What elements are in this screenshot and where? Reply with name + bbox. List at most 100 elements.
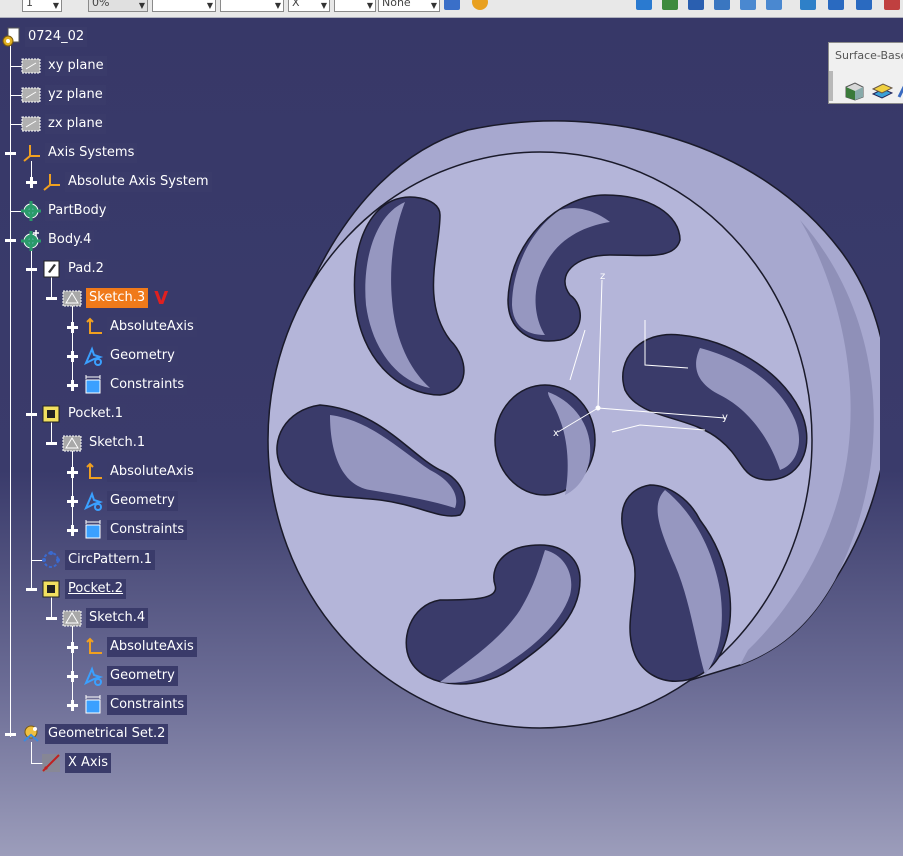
plane-icon <box>20 84 42 106</box>
tree-node-sketch3[interactable]: Sketch.3 V <box>61 287 168 309</box>
tree-label: zx plane <box>45 114 106 134</box>
tree-label: Sketch.4 <box>86 608 149 628</box>
point-type-field[interactable]: X ▼ <box>288 0 330 12</box>
tree-node-sketch4[interactable]: Sketch.4 <box>61 607 149 629</box>
expand-plus-icon[interactable] <box>67 700 78 711</box>
tree-node-geometry[interactable]: Geometry <box>82 665 178 687</box>
split-icon[interactable] <box>843 81 865 101</box>
sketch-icon <box>61 607 83 629</box>
tree-node-x-axis[interactable]: X Axis <box>40 752 112 774</box>
normal-view-icon[interactable] <box>800 0 816 10</box>
point-type-value: X <box>292 0 300 9</box>
expand-plus-icon[interactable] <box>67 671 78 682</box>
tree-label: Constraints <box>107 375 188 395</box>
collapse-minus-icon[interactable] <box>26 409 37 420</box>
chevron-down-icon[interactable]: ▼ <box>367 0 373 14</box>
constraints-icon <box>82 374 104 396</box>
tree-node-sketch1[interactable]: Sketch.1 <box>61 432 149 454</box>
tree-node-body4[interactable]: Body.4 <box>20 229 95 251</box>
tree-node-pad2[interactable]: Pad.2 <box>40 258 107 280</box>
style-field[interactable]: None ▼ <box>378 0 440 12</box>
tree-label: Pad.2 <box>65 259 107 279</box>
tree-label: AbsoluteAxis <box>107 317 197 337</box>
expand-plus-icon[interactable] <box>67 322 78 333</box>
tree-node-constraints[interactable]: Constraints <box>82 694 188 716</box>
tree-label: Body.4 <box>45 230 95 250</box>
expand-plus-icon[interactable] <box>67 642 78 653</box>
rotate-icon[interactable] <box>714 0 730 10</box>
properties-icon[interactable] <box>472 0 488 10</box>
expand-plus-icon[interactable] <box>67 380 78 391</box>
expand-plus-icon[interactable] <box>67 525 78 536</box>
plane-icon <box>20 55 42 77</box>
layer-field[interactable]: 1 ▼ <box>22 0 62 12</box>
line-type-field[interactable]: ▼ <box>220 0 284 12</box>
tree-label: xy plane <box>45 56 107 76</box>
tree-node-axis-systems[interactable]: Axis Systems <box>20 142 138 164</box>
fit-all-icon[interactable] <box>662 0 678 10</box>
tree-label: Pocket.2 <box>65 579 127 599</box>
hide-show-icon[interactable] <box>884 0 900 10</box>
collapse-minus-icon[interactable] <box>46 613 57 624</box>
tree-node-absolute-axis-system[interactable]: Absolute Axis System <box>40 171 212 193</box>
painter-icon[interactable] <box>444 0 460 10</box>
transparency-field[interactable]: 0% ▼ <box>88 0 148 12</box>
expand-plus-icon[interactable] <box>67 351 78 362</box>
tree-node-root[interactable]: 0724_02 <box>0 26 88 48</box>
tree-node-yz-plane[interactable]: yz plane <box>20 84 106 106</box>
tree-label: Geometry <box>107 491 178 511</box>
geometry-icon <box>82 665 104 687</box>
expand-plus-icon[interactable] <box>26 177 37 188</box>
line-thickness-field[interactable]: ▼ <box>152 0 216 12</box>
chevron-down-icon[interactable]: ▼ <box>275 0 281 14</box>
pan-icon[interactable] <box>688 0 704 10</box>
close-surface-icon[interactable] <box>897 81 903 101</box>
views-icon[interactable] <box>828 0 844 10</box>
collapse-minus-icon[interactable] <box>5 729 16 740</box>
tree-node-xy-plane[interactable]: xy plane <box>20 55 107 77</box>
tree-node-pocket1[interactable]: Pocket.1 <box>40 403 127 425</box>
tree-node-geometry[interactable]: Geometry <box>82 345 178 367</box>
part-3d-model[interactable]: z y x <box>250 100 889 740</box>
pocket-icon <box>40 578 62 600</box>
zoom-in-icon[interactable] <box>740 0 756 10</box>
chevron-down-icon[interactable]: ▼ <box>53 0 59 14</box>
collapse-minus-icon[interactable] <box>46 438 57 449</box>
collapse-minus-icon[interactable] <box>26 584 37 595</box>
tree-node-constraints[interactable]: Constraints <box>82 519 188 541</box>
tree-node-pocket2[interactable]: Pocket.2 <box>40 578 127 600</box>
fly-mode-icon[interactable] <box>636 0 652 10</box>
axis-y-label: y <box>722 412 728 423</box>
collapse-minus-icon[interactable] <box>5 235 16 246</box>
surface-based-title: Surface-Base <box>835 49 903 62</box>
collapse-minus-icon[interactable] <box>26 264 37 275</box>
chevron-down-icon[interactable]: ▼ <box>207 0 213 14</box>
tree-node-geometrical-set2[interactable]: Geometrical Set.2 <box>20 723 169 745</box>
expand-plus-icon[interactable] <box>67 496 78 507</box>
tree-node-constraints[interactable]: Constraints <box>82 374 188 396</box>
tree-label: Geometry <box>107 346 178 366</box>
chevron-down-icon[interactable]: ▼ <box>321 0 327 14</box>
collapse-minus-icon[interactable] <box>5 148 16 159</box>
tree-node-absolute-axis[interactable]: AbsoluteAxis <box>82 636 197 658</box>
tree-node-absolute-axis[interactable]: AbsoluteAxis <box>82 316 197 338</box>
3d-viewer[interactable]: z y x <box>250 100 889 744</box>
tree-node-circpattern1[interactable]: CircPattern.1 <box>40 549 156 571</box>
body-icon <box>20 229 42 251</box>
collapse-minus-icon[interactable] <box>46 293 57 304</box>
expand-plus-icon[interactable] <box>67 467 78 478</box>
constraints-icon <box>82 519 104 541</box>
thick-surface-icon[interactable] <box>871 81 894 101</box>
tree-node-zx-plane[interactable]: zx plane <box>20 113 106 135</box>
zoom-out-icon[interactable] <box>766 0 782 10</box>
tree-node-partbody[interactable]: PartBody <box>20 200 110 222</box>
toolbar-grip[interactable] <box>829 71 833 101</box>
tree-node-absolute-axis[interactable]: AbsoluteAxis <box>82 461 197 483</box>
render-style-field[interactable]: ▼ <box>334 0 376 12</box>
tree-label: 0724_02 <box>25 27 88 47</box>
chevron-down-icon[interactable]: ▼ <box>431 0 437 14</box>
render-mode-icon[interactable] <box>856 0 872 10</box>
tree-node-geometry[interactable]: Geometry <box>82 490 178 512</box>
tree-connector <box>10 41 11 737</box>
chevron-down-icon[interactable]: ▼ <box>139 0 145 14</box>
